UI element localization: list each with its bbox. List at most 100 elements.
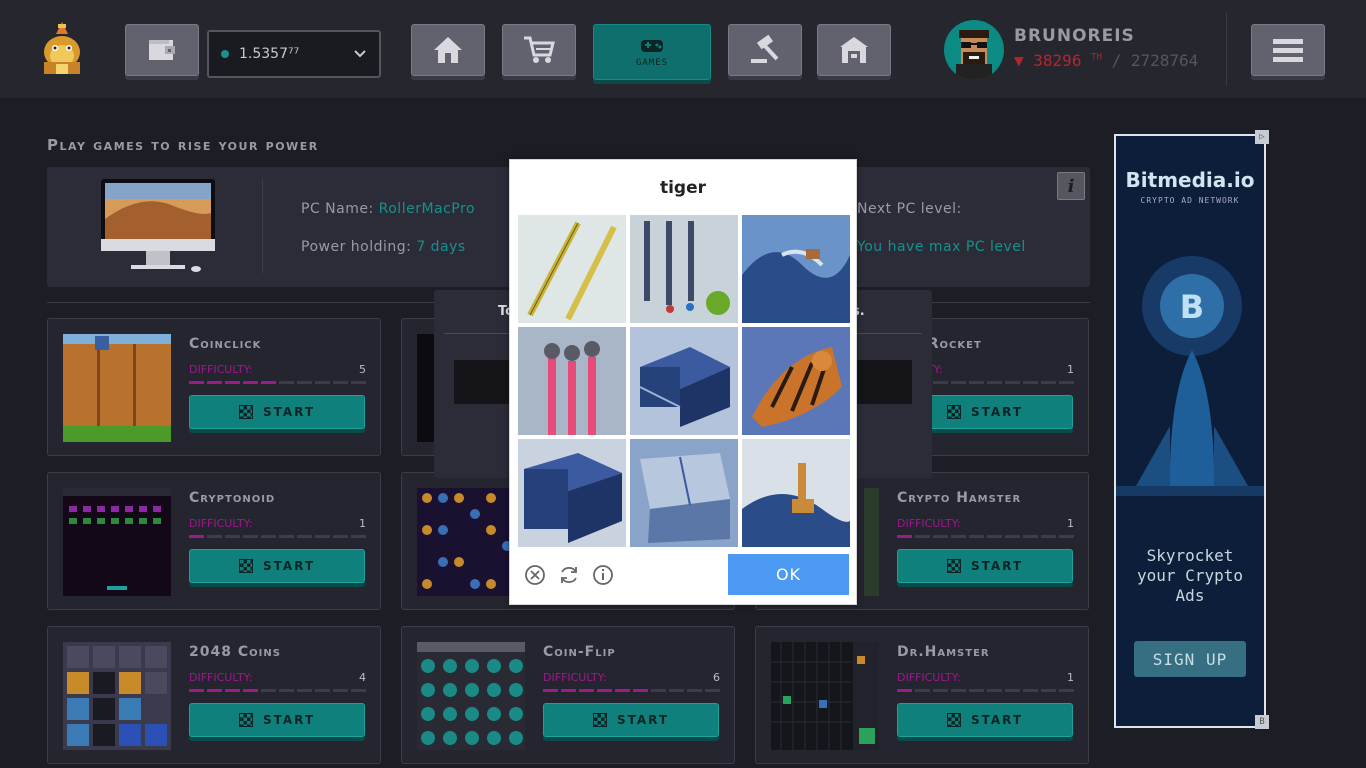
game-card-dr-hamster: Dr.Hamster DIFFICULTY: 1 START (755, 626, 1089, 764)
difficulty-segment (1023, 689, 1038, 692)
captcha-tile-box[interactable] (518, 439, 626, 547)
game-title: 2048 Coins (189, 644, 281, 660)
difficulty-segment (933, 535, 948, 538)
start-label: START (616, 713, 670, 727)
coin-flip-thumbnail[interactable] (417, 642, 525, 750)
logo-icon[interactable] (38, 20, 86, 78)
checkered-flag-icon (238, 559, 253, 573)
info-button[interactable]: i (1057, 172, 1085, 200)
difficulty-segment (951, 381, 966, 384)
shop-button[interactable] (502, 24, 576, 76)
ad-signup-button[interactable]: SIGN UP (1134, 641, 1246, 677)
svg-text:B: B (1180, 288, 1204, 326)
difficulty-segment (933, 689, 948, 692)
difficulty-bar (189, 535, 366, 538)
start-button[interactable]: START (897, 703, 1073, 737)
difficulty-segment (1023, 381, 1038, 384)
ad-tagline: Skyrocket your Crypto Ads (1137, 546, 1243, 605)
refresh-icon[interactable] (558, 564, 580, 586)
game-card-cryptonoid: Cryptonoid DIFFICULTY: 1 START (47, 472, 381, 610)
difficulty-bar (897, 535, 1074, 538)
difficulty-segment (333, 535, 348, 538)
captcha-tile-stacked-boxes[interactable] (630, 327, 738, 435)
difficulty-row: DIFFICULTY: 4 (189, 671, 366, 684)
start-button[interactable]: START (897, 549, 1073, 583)
2048-coins-thumbnail[interactable] (63, 642, 171, 750)
captcha-tile-tiger[interactable] (742, 327, 850, 435)
captcha-tile-giraffe-wave[interactable] (742, 439, 850, 547)
wallet-button[interactable] (125, 24, 199, 76)
difficulty-row: DIFFICULTY: 1 (897, 517, 1074, 530)
difficulty-segment (243, 381, 258, 384)
difficulty-segment (315, 689, 330, 692)
difficulty-value: 4 (359, 671, 366, 684)
difficulty-segment (651, 689, 666, 692)
menu-button[interactable] (1251, 24, 1325, 76)
difficulty-segment (1041, 689, 1056, 692)
captcha-tile-brushes[interactable] (518, 327, 626, 435)
close-circle-icon[interactable] (524, 564, 546, 586)
header-divider (1226, 12, 1227, 86)
start-label: START (262, 405, 316, 419)
difficulty-value: 1 (359, 517, 366, 530)
down-arrow-icon: ▼ (1014, 51, 1024, 70)
captcha-tile-box-closeup[interactable] (630, 439, 738, 547)
info-circle-icon[interactable] (592, 564, 614, 586)
start-button[interactable]: START (189, 703, 365, 737)
adchoices-icon[interactable]: ▷ (1255, 130, 1269, 144)
difficulty-segment (333, 381, 348, 384)
dr-hamster-thumbnail[interactable] (771, 642, 879, 750)
wallet-icon (149, 40, 175, 60)
power-readout: ▼ 38296 TH / 2728764 (1014, 51, 1198, 70)
difficulty-label: DIFFICULTY: (189, 671, 253, 684)
games-label: GAMES (635, 58, 669, 68)
ad-brand: Bitmedia.io (1125, 168, 1255, 192)
difficulty-segment (315, 535, 330, 538)
start-button[interactable]: START (189, 395, 365, 429)
home-icon (434, 37, 462, 63)
difficulty-segment (615, 689, 630, 692)
game-title: Cryptonoid (189, 490, 276, 506)
chevron-down-icon (354, 50, 366, 58)
auction-button[interactable] (728, 24, 802, 76)
start-button[interactable]: START (189, 549, 365, 583)
difficulty-segment (225, 381, 240, 384)
top-bar: 1.5357⁷⁷ GAMES BRUNOREIS ▼ 38296 TH / 27… (0, 0, 1366, 98)
difficulty-segment (1059, 689, 1074, 692)
crypto-hamster-thumbnail[interactable] (864, 488, 879, 596)
difficulty-segment (261, 689, 276, 692)
home-button[interactable] (411, 24, 485, 76)
difficulty-segment (333, 689, 348, 692)
avatar[interactable] (944, 20, 1004, 80)
page-title: Play games to rise your power (47, 136, 319, 154)
ad-banner[interactable]: Bitmedia.io CRYPTO AD NETWORK B Skyrocke… (1114, 134, 1266, 728)
checkered-flag-icon (238, 405, 253, 419)
cart-icon (524, 36, 555, 63)
difficulty-bar (897, 689, 1074, 692)
difficulty-segment (351, 535, 366, 538)
captcha-tile-pens-sticker[interactable] (630, 215, 738, 323)
difficulty-segment (207, 381, 222, 384)
difficulty-segment (261, 535, 276, 538)
checkered-flag-icon (592, 713, 607, 727)
ad-tag: CRYPTO AD NETWORK (1140, 196, 1240, 205)
difficulty-segment (969, 381, 984, 384)
start-button[interactable]: START (543, 703, 719, 737)
next-level-label: Next PC level: (857, 201, 962, 217)
game-card-2048-coins: 2048 Coins DIFFICULTY: 4 START (47, 626, 381, 764)
difficulty-row: DIFFICULTY: 6 (543, 671, 720, 684)
balance-dropdown[interactable]: 1.5357⁷⁷ (207, 30, 381, 78)
cryptonoid-thumbnail[interactable] (63, 488, 171, 596)
captcha-tile-pens[interactable] (518, 215, 626, 323)
bank-button[interactable] (817, 24, 891, 76)
difficulty-segment (297, 535, 312, 538)
games-button[interactable]: GAMES (593, 24, 711, 80)
ok-button[interactable]: OK (728, 554, 849, 595)
difficulty-segment (297, 689, 312, 692)
difficulty-segment (579, 689, 594, 692)
coinclick-thumbnail[interactable] (63, 334, 171, 442)
difficulty-segment (207, 689, 222, 692)
ad-badge-icon[interactable]: B (1255, 715, 1269, 729)
captcha-tile-sea-wave[interactable] (742, 215, 850, 323)
difficulty-segment (351, 381, 366, 384)
